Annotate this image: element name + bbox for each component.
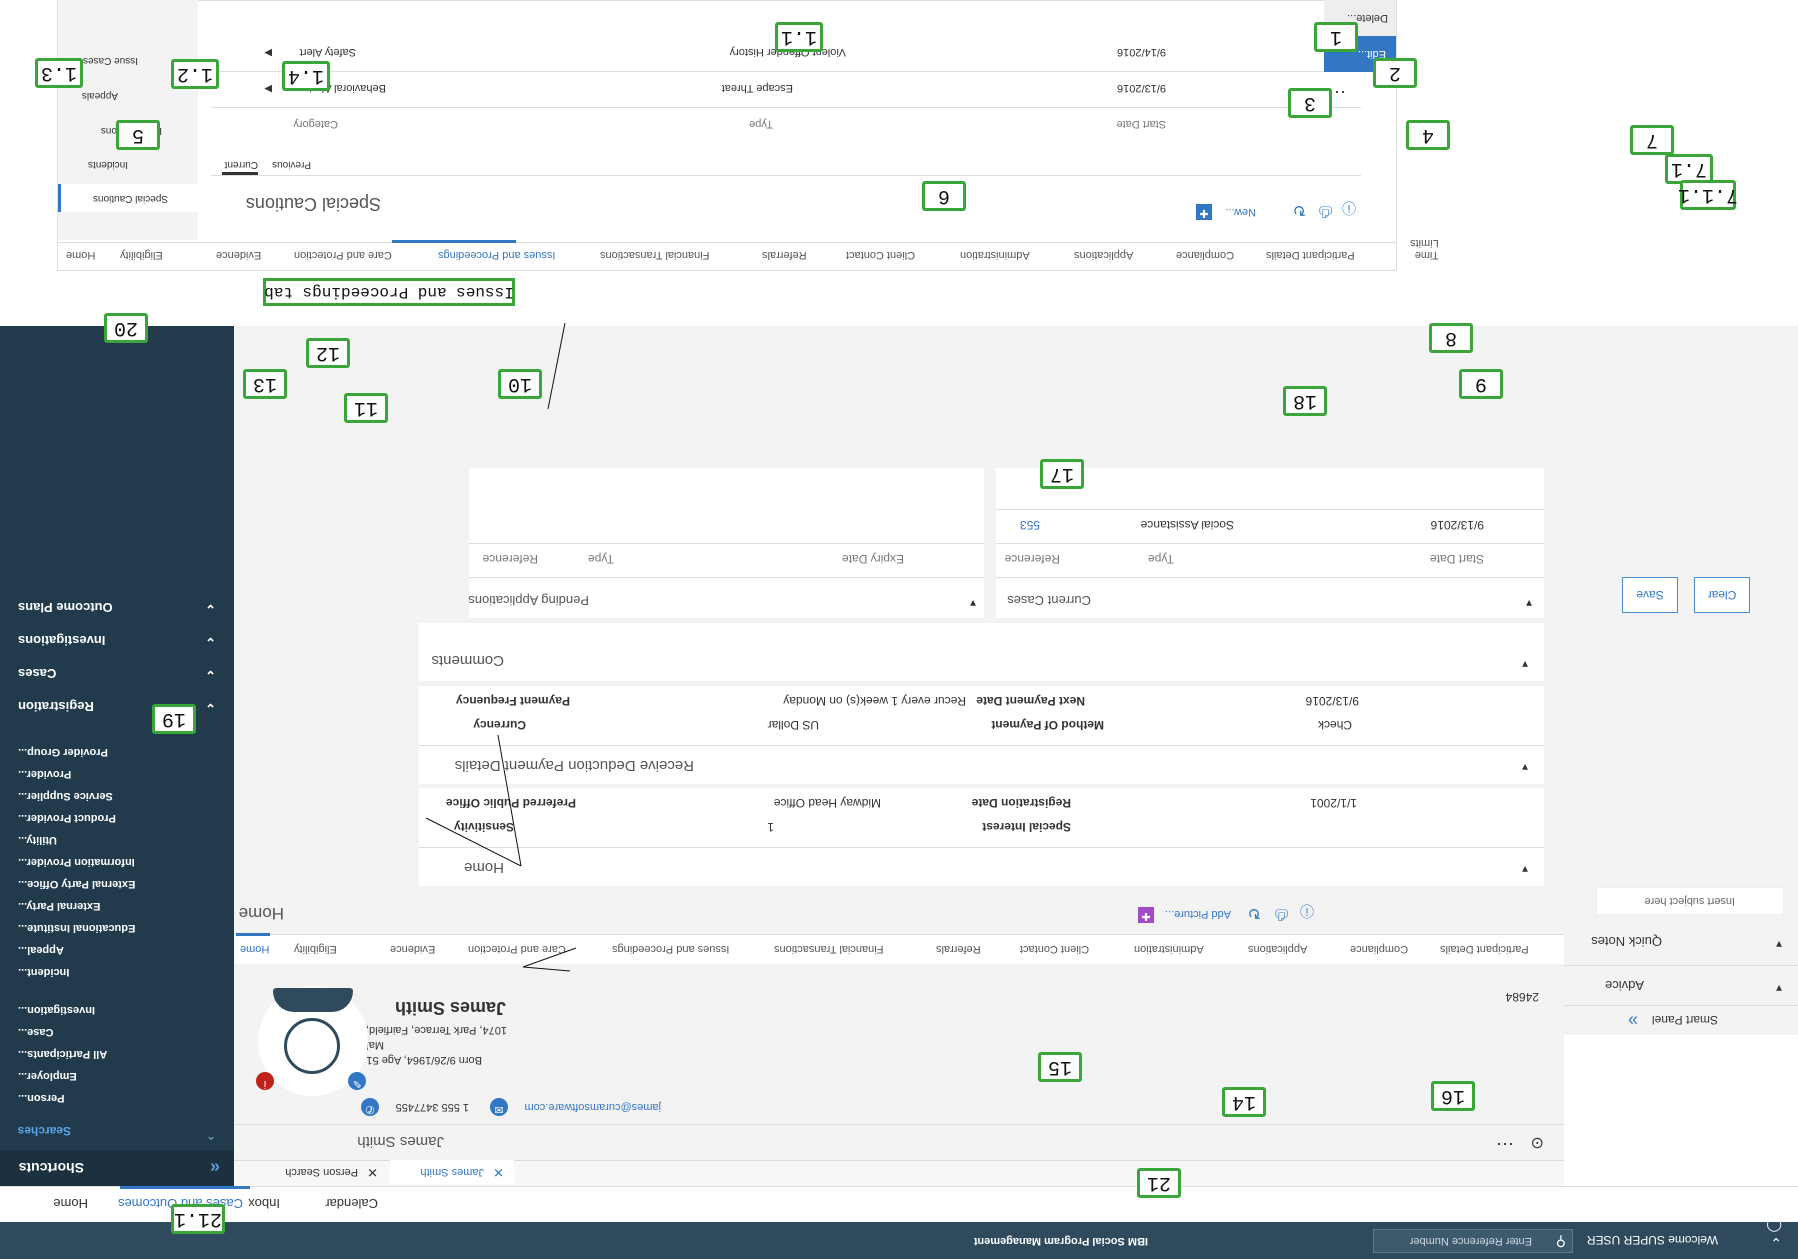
callout-14: 14: [1222, 1087, 1266, 1117]
callout-1-1: 1.1: [775, 22, 823, 52]
callout-13: 13: [243, 369, 287, 399]
callout-17: 17: [1040, 459, 1084, 489]
callout-10: 10: [498, 369, 542, 399]
callout-16: 16: [1431, 1081, 1475, 1111]
callout-7: 7: [1630, 125, 1674, 155]
callout-7-1-1: 7.1.1: [1678, 180, 1738, 210]
callout-21-1: 21.1: [171, 1204, 225, 1234]
callout-20: 20: [104, 313, 148, 343]
callout-6: 6: [922, 181, 966, 211]
callout-18: 18: [1283, 386, 1327, 416]
callout-3: 3: [1288, 88, 1332, 118]
callout-1: 1: [1314, 22, 1358, 52]
callout-12: 12: [306, 338, 350, 368]
callout-overlay: 1 1.1 1.2 1.3 1.4 2 3 4 5 6 7 7.1 7.1.1 8 9 10 11 12 13 14 1…: [0, 0, 1798, 1259]
callout-4: 4: [1406, 120, 1450, 150]
callout-19: 19: [152, 704, 196, 734]
callout-1-4: 1.4: [282, 61, 330, 91]
callout-8: 8: [1429, 323, 1473, 353]
callout-1-2: 1.2: [171, 59, 219, 89]
callout-15: 15: [1038, 1052, 1082, 1082]
callout-1-3: 1.3: [35, 58, 83, 88]
callout-5: 5: [116, 120, 160, 150]
callout-21: 21: [1137, 1168, 1181, 1198]
callout-11: 11: [344, 393, 388, 423]
callout-2: 2: [1373, 58, 1417, 88]
callout-9: 9: [1459, 369, 1503, 399]
